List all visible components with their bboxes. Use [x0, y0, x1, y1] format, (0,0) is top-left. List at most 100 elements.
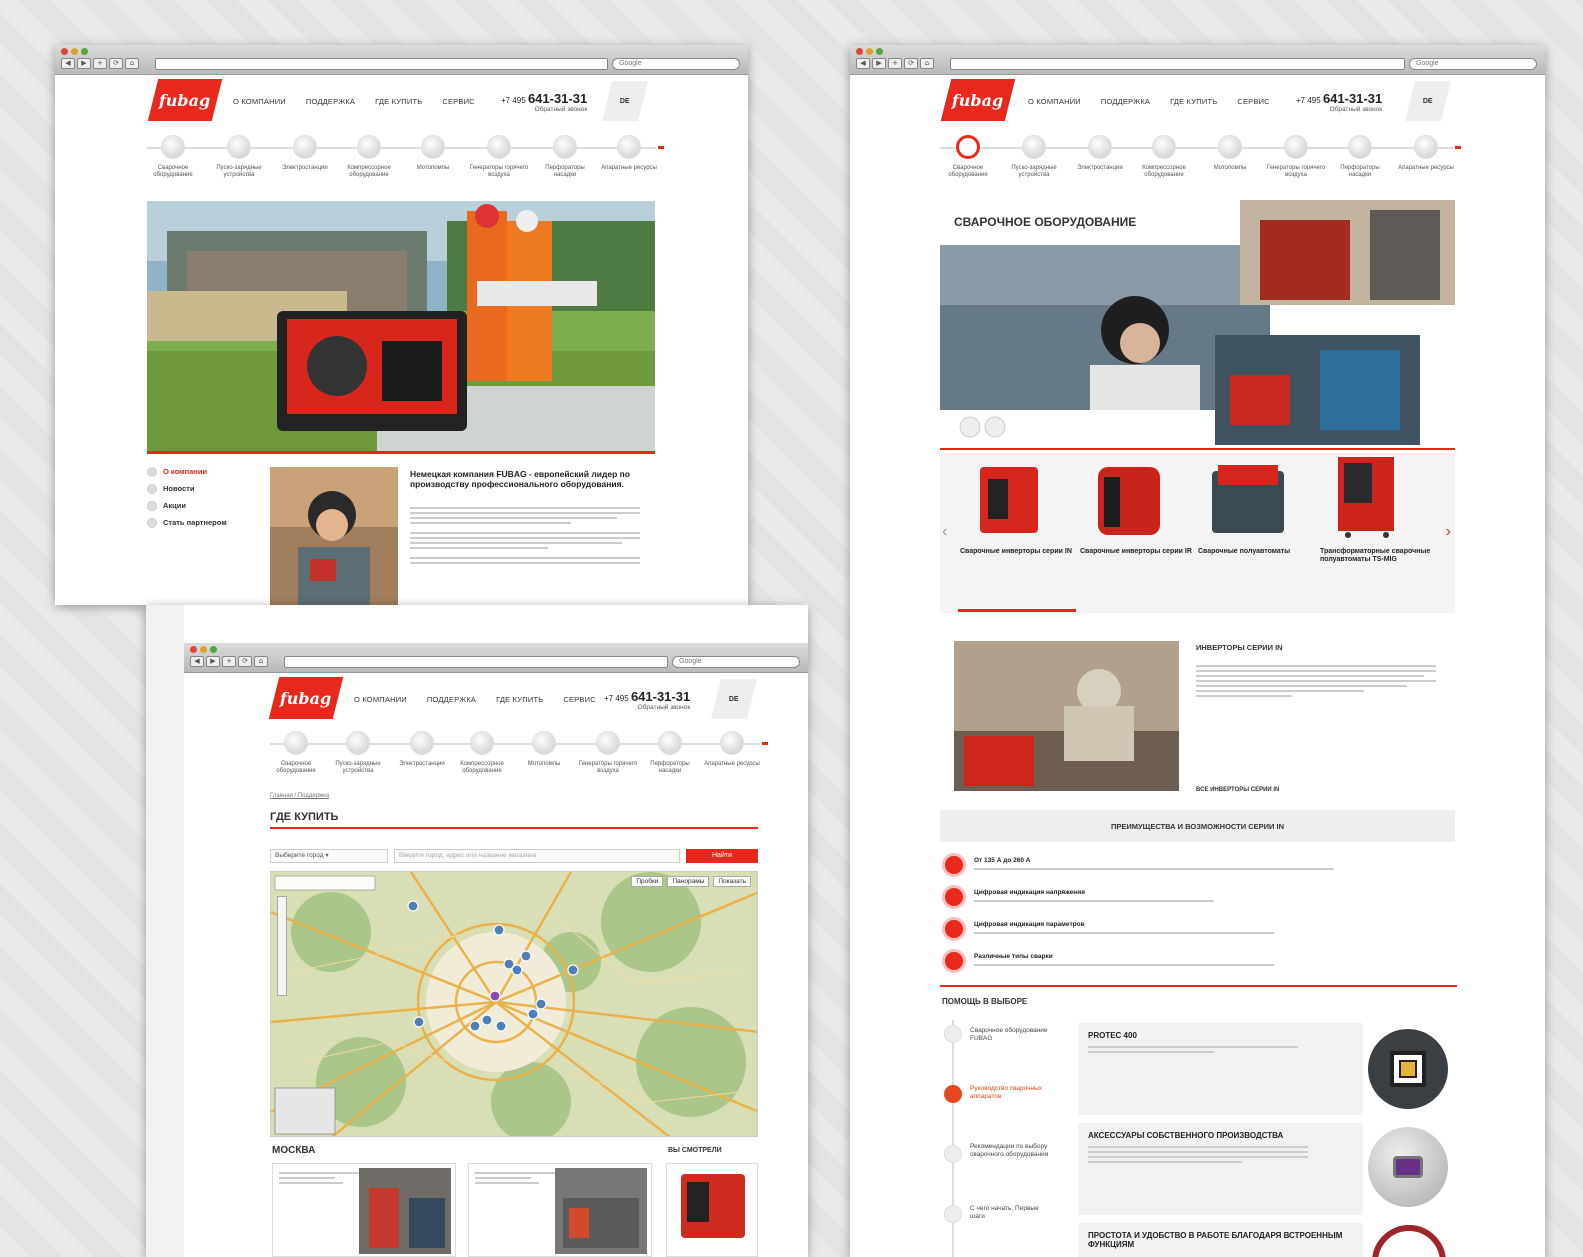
cat-perforators[interactable]: Перфораторы насадки	[640, 731, 700, 775]
cat-welding[interactable]: Сварочное оборудование	[938, 135, 998, 179]
cat-perforators[interactable]: Перфораторы насадки	[1330, 135, 1390, 179]
fubag-logo[interactable]: fubag	[940, 79, 1016, 121]
window-controls[interactable]	[190, 646, 217, 653]
advantages-title: ПРЕИМУЩЕСТВА И ВОЗМОЖНОСТИ СЕРИИ IN	[1110, 821, 1285, 831]
cat-resources[interactable]: Апаратные ресурсы	[599, 135, 659, 172]
cat-heaters[interactable]: Генераторы горячего воздуха	[469, 135, 529, 179]
viewed-product-card[interactable]	[666, 1163, 758, 1257]
help-step-dot	[944, 1025, 962, 1043]
product-card[interactable]: Сварочные полуавтоматы	[1198, 459, 1312, 556]
language-switch[interactable]: DE	[711, 679, 757, 719]
nav-about[interactable]: О КОМПАНИИ	[354, 695, 407, 704]
welder-photo	[270, 467, 398, 605]
map-show-button[interactable]: Показать	[713, 876, 751, 887]
city-select[interactable]: Выберите город ▾	[270, 849, 388, 863]
cat-pumps[interactable]: Мотопомпы	[403, 135, 463, 172]
nav-buttons[interactable]: ◀ ▶ + ⟳ ⌂	[856, 58, 934, 69]
store-search-input[interactable]: Введите город, адрес или название магази…	[394, 849, 680, 863]
cat-resources[interactable]: Апаратные ресурсы	[1396, 135, 1456, 172]
breadcrumb[interactable]: Главная / Поддержка	[270, 793, 329, 799]
carousel-next-icon[interactable]: ›	[1446, 523, 1451, 541]
callback-link[interactable]: Обратный звонок	[1296, 106, 1383, 113]
category-nav: Сварочное оборудование Пуско-зарядные ус…	[147, 129, 664, 189]
advantage-item: Цифровая индикация напряжения	[942, 885, 1214, 909]
cat-generators[interactable]: Электростанции	[1070, 135, 1130, 172]
nav-about[interactable]: О КОМПАНИИ	[233, 97, 286, 106]
home-sidebar: О компании Новости Акции Стать партнером	[147, 463, 227, 531]
nav-buttons[interactable]: ◀ ▶ + ⟳ ⌂	[61, 58, 139, 69]
active-product-underline	[958, 609, 1076, 612]
nav-support[interactable]: ПОДДЕРЖКА	[427, 695, 476, 704]
find-button[interactable]: Найти	[686, 849, 758, 863]
address-bar[interactable]	[950, 58, 1405, 70]
cat-welding[interactable]: Сварочное оборудование	[143, 135, 203, 179]
language-switch[interactable]: DE	[1405, 81, 1451, 121]
help-card[interactable]: АКСЕССУАРЫ СОБСТВЕННОГО ПРОИЗВОДСТВА	[1078, 1123, 1363, 1215]
cat-chargers[interactable]: Пуско-зарядные устройства	[1004, 135, 1064, 179]
window-controls[interactable]	[856, 48, 883, 55]
browser-search[interactable]: Google	[672, 656, 800, 668]
cat-resources[interactable]: Апаратные ресурсы	[702, 731, 762, 768]
nav-service[interactable]: СЕРВИС	[563, 695, 595, 704]
window-controls[interactable]	[61, 48, 88, 55]
cat-generators[interactable]: Электростанции	[392, 731, 452, 768]
stores-map[interactable]: Пробки Панорамы Показать	[270, 871, 758, 1137]
address-bar[interactable]	[284, 656, 668, 668]
cat-welding[interactable]: Сварочное оборудование	[266, 731, 326, 775]
nav-where-to-buy[interactable]: ГДЕ КУПИТЬ	[1170, 97, 1217, 106]
help-step[interactable]: Сварочное оборудование FUBAG	[970, 1027, 1050, 1043]
callback-link[interactable]: Обратный звонок	[604, 704, 691, 711]
nav-service[interactable]: СЕРВИС	[442, 97, 474, 106]
cat-perforators[interactable]: Перфораторы насадки	[535, 135, 595, 179]
cat-compressors[interactable]: Компрессорное оборудование	[452, 731, 512, 775]
zoom-slider[interactable]	[277, 896, 287, 996]
language-switch[interactable]: DE	[602, 81, 648, 121]
hero-divider	[147, 451, 655, 454]
nav-buttons[interactable]: ◀ ▶ + ⟳ ⌂	[190, 656, 268, 667]
sidebar-item-promos[interactable]: Акции	[147, 497, 227, 514]
sidebar-item-partner[interactable]: Стать партнером	[147, 514, 227, 531]
advantage-item: Цифровая индикация параметров	[942, 917, 1274, 941]
store-card[interactable]	[272, 1163, 456, 1257]
callback-link[interactable]: Обратный звонок	[501, 106, 588, 113]
product-card[interactable]: Трансформаторные сварочные полуавтоматы …	[1320, 453, 1434, 564]
product-card[interactable]: Сварочные инверторы серии IN	[960, 459, 1074, 556]
cat-compressors[interactable]: Компрессорное оборудование	[1134, 135, 1194, 179]
cat-heaters[interactable]: Генераторы горячего воздуха	[1266, 135, 1326, 179]
help-card[interactable]: PROTEC 400	[1078, 1023, 1363, 1115]
sidebar-item-news[interactable]: Новости	[147, 480, 227, 497]
carousel-prev-icon[interactable]: ‹	[942, 523, 947, 541]
nav-about[interactable]: О КОМПАНИИ	[1028, 97, 1081, 106]
help-card[interactable]: ПРОСТОТА И УДОБСТВО В РАБОТЕ БЛАГОДАРЯ В…	[1078, 1223, 1363, 1257]
cat-chargers[interactable]: Пуско-зарядные устройства	[209, 135, 269, 179]
nav-support[interactable]: ПОДДЕРЖКА	[306, 97, 355, 106]
nav-support[interactable]: ПОДДЕРЖКА	[1101, 97, 1150, 106]
nav-where-to-buy[interactable]: ГДЕ КУПИТЬ	[375, 97, 422, 106]
main-nav: О КОМПАНИИ ПОДДЕРЖКА ГДЕ КУПИТЬ СЕРВИС	[354, 695, 596, 704]
all-inverters-link[interactable]: ВСЕ ИНВЕРТОРЫ СЕРИИ IN	[1196, 787, 1279, 793]
address-bar[interactable]	[155, 58, 608, 70]
cat-pumps[interactable]: Мотопомпы	[514, 731, 574, 768]
sidebar-item-about[interactable]: О компании	[147, 463, 227, 480]
cat-compressors[interactable]: Компрессорное оборудование	[339, 135, 399, 179]
browser-search[interactable]: Google	[612, 58, 740, 70]
city-heading: МОСКВА	[272, 1145, 316, 1156]
browser-search[interactable]: Google	[1409, 58, 1537, 70]
fubag-logo[interactable]: fubag	[147, 79, 223, 121]
help-step[interactable]: С чего начать. Первые шаги	[970, 1205, 1050, 1221]
cat-pumps[interactable]: Мотопомпы	[1200, 135, 1260, 172]
map-panorama-button[interactable]: Панорамы	[667, 876, 710, 887]
cat-chargers[interactable]: Пуско-зарядные устройства	[328, 731, 388, 775]
map-traffic-button[interactable]: Пробки	[631, 876, 664, 887]
nav-where-to-buy[interactable]: ГДЕ КУПИТЬ	[496, 695, 543, 704]
product-card[interactable]: Сварочные инверторы серии IR	[1080, 459, 1194, 556]
cat-generators[interactable]: Электростанции	[275, 135, 335, 172]
store-card[interactable]	[468, 1163, 652, 1257]
nav-service[interactable]: СЕРВИС	[1237, 97, 1269, 106]
help-step-dot-active	[944, 1085, 962, 1103]
help-step-active[interactable]: Руководство сварочных аппаратов	[970, 1085, 1050, 1101]
help-step[interactable]: Рекомендации по выбору сварочного оборуд…	[970, 1143, 1050, 1159]
cat-heaters[interactable]: Генераторы горячего воздуха	[578, 731, 638, 775]
fubag-logo[interactable]: fubag	[268, 677, 344, 719]
welding-mask-icon	[1368, 1127, 1448, 1207]
